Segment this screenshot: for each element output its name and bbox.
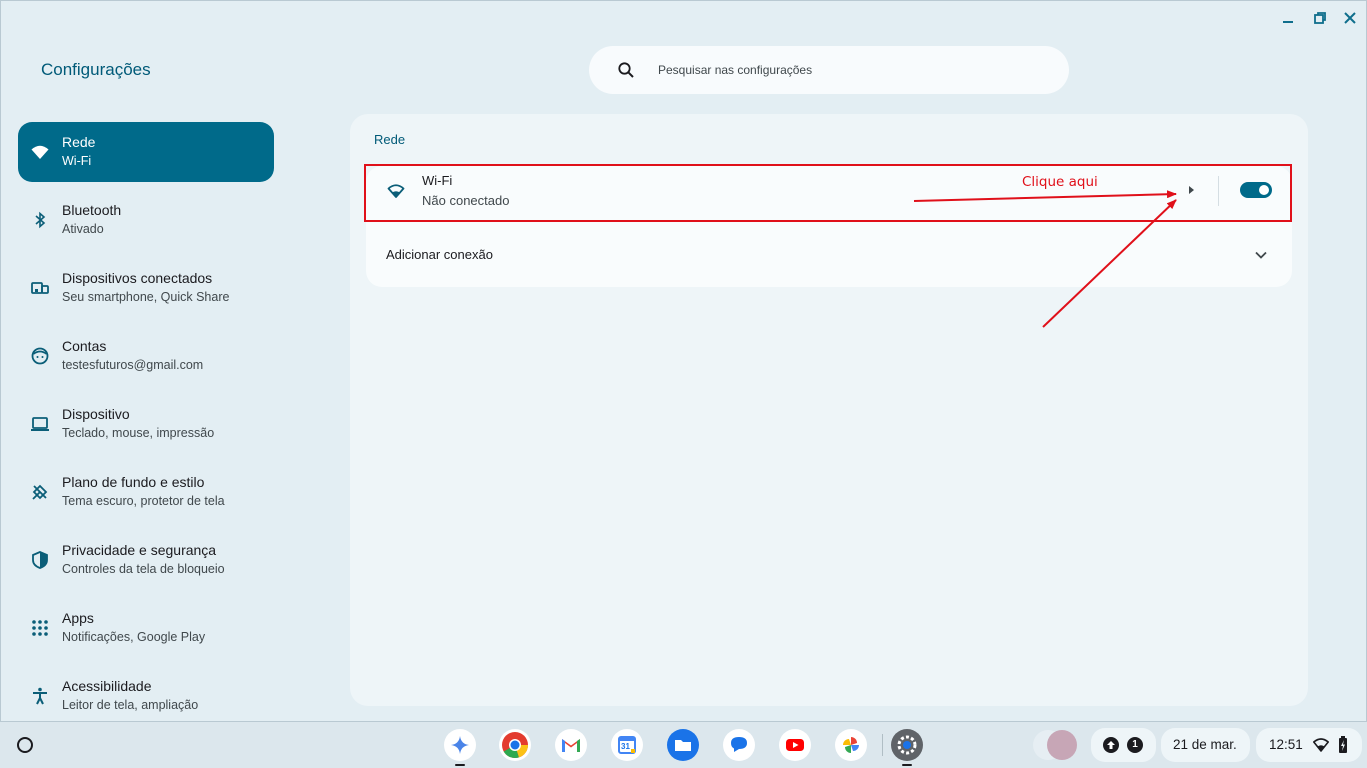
sidebar-item-apps[interactable]: Apps Notificações, Google Play (18, 598, 274, 658)
minimize-icon[interactable] (1280, 10, 1296, 26)
notification-count-badge: 1 (1127, 737, 1143, 753)
upload-icon (1103, 737, 1119, 753)
wifi-status-icon (1313, 738, 1329, 752)
settings-icon[interactable] (891, 729, 923, 761)
files-icon[interactable] (667, 729, 699, 761)
annotation-text: Clique aqui (1022, 174, 1098, 190)
shelf-separator (882, 734, 883, 756)
sidebar-item-rede[interactable]: Rede Wi-Fi (18, 122, 274, 182)
calendar-icon[interactable]: 31 (611, 729, 643, 761)
sidebar-item-bluetooth[interactable]: Bluetooth Ativado (18, 190, 274, 250)
sidebar-item-sublabel: Controles da tela de bloqueio (62, 562, 225, 576)
sidebar-item-sublabel: Leitor de tela, ampliação (62, 698, 199, 712)
gemini-icon[interactable] (444, 729, 476, 761)
search-input[interactable]: Pesquisar nas configurações (658, 63, 812, 77)
sidebar-item-label: Contas (62, 338, 107, 354)
app-title: Configurações (41, 60, 151, 79)
sidebar-item-privacy-security[interactable]: Privacidade e segurança Controles da tel… (18, 530, 274, 590)
sidebar-item-contas[interactable]: Contas testesfuturos@gmail.com (18, 326, 274, 386)
battery-charging-icon (1339, 736, 1347, 753)
sidebar-item-sublabel: Tema escuro, protetor de tela (62, 494, 225, 508)
sidebar-item-label: Dispositivos conectados (62, 270, 213, 286)
running-indicator (902, 764, 912, 766)
palette-brush-icon (30, 482, 50, 502)
date-text: 21 de mar. (1173, 737, 1237, 752)
gmail-icon[interactable] (555, 729, 587, 761)
title-bar (1, 1, 1366, 35)
status-area[interactable]: 12:51 (1256, 728, 1362, 762)
date-pill[interactable]: 21 de mar. (1161, 728, 1250, 762)
section-title: Rede (374, 132, 406, 147)
sidebar-item-label: Apps (62, 610, 94, 626)
accessibility-icon (30, 686, 50, 706)
launcher-button[interactable] (17, 737, 33, 753)
sidebar-item-sublabel: testesfuturos@gmail.com (62, 358, 204, 372)
chevron-down-icon[interactable] (1254, 248, 1268, 262)
holding-space-button[interactable] (1028, 728, 1082, 762)
sidebar-item-sublabel: Wi-Fi (62, 154, 92, 168)
sidebar-item-wallpaper-style[interactable]: Plano de fundo e estilo Tema escuro, pro… (18, 462, 274, 522)
youtube-icon[interactable] (779, 729, 811, 761)
notification-pill[interactable]: 1 (1091, 728, 1156, 762)
settings-window: Configurações Pesquisar nas configuraçõe… (0, 0, 1367, 722)
connected-devices-icon (30, 278, 50, 298)
sidebar-item-label: Dispositivo (62, 406, 130, 422)
sidebar-item-sublabel: Notificações, Google Play (62, 630, 206, 644)
add-connection-label: Adicionar conexão (386, 247, 493, 262)
apps-grid-icon (30, 618, 50, 638)
search-icon (618, 62, 634, 78)
running-indicator (455, 764, 465, 766)
add-connection-row[interactable]: Adicionar conexão (366, 226, 1292, 286)
sidebar-item-label: Plano de fundo e estilo (62, 474, 205, 490)
shield-icon (30, 550, 50, 570)
sidebar-item-accessibility[interactable]: Acessibilidade Leitor de tela, ampliação (18, 666, 274, 726)
sidebar-item-label: Privacidade e segurança (62, 542, 217, 558)
laptop-icon (30, 414, 50, 434)
sidebar-item-label: Bluetooth (62, 202, 122, 218)
wifi-icon (30, 142, 50, 162)
recent-files-thumbnails-icon (1033, 730, 1077, 760)
close-icon[interactable] (1342, 10, 1358, 26)
search-box[interactable]: Pesquisar nas configurações (589, 46, 1069, 94)
sidebar-nav: Rede Wi-Fi Bluetooth Ativado Dispositivo… (18, 122, 274, 734)
restore-icon[interactable] (1312, 10, 1328, 26)
sidebar-item-sublabel: Teclado, mouse, impressão (62, 426, 215, 440)
calendar-day: 31 (621, 742, 630, 751)
chrome-icon[interactable] (499, 729, 531, 761)
shelf: 31 1 21 de mar. 12:51 (0, 722, 1367, 768)
sidebar-item-connected-devices[interactable]: Dispositivos conectados Seu smartphone, … (18, 258, 274, 318)
bluetooth-icon (30, 210, 50, 230)
sidebar-item-sublabel: Seu smartphone, Quick Share (62, 290, 230, 304)
sidebar-item-label: Acessibilidade (62, 678, 152, 694)
photos-icon[interactable] (835, 729, 867, 761)
sidebar-item-sublabel: Ativado (62, 222, 104, 236)
account-icon (30, 346, 50, 366)
annotation-highlight-box (364, 164, 1292, 222)
messages-icon[interactable] (723, 729, 755, 761)
sidebar-item-label: Rede (62, 134, 96, 150)
sidebar-item-dispositivo[interactable]: Dispositivo Teclado, mouse, impressão (18, 394, 274, 454)
clock-text: 12:51 (1269, 737, 1303, 752)
